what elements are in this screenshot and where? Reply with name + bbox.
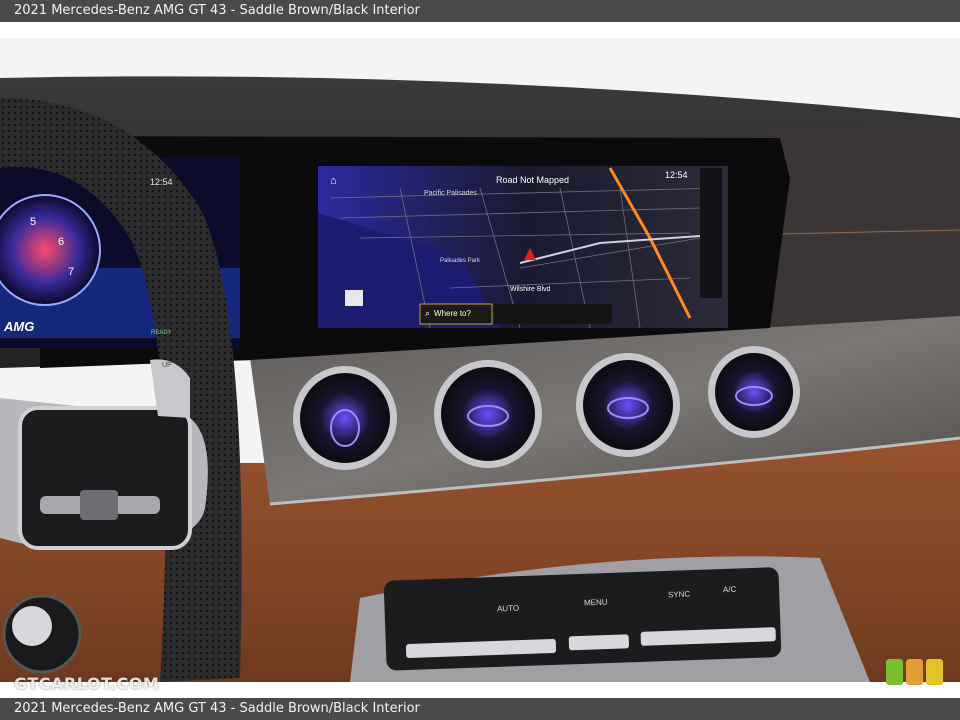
search-icon: ⌕ [425, 307, 431, 318]
rating-badge-orange [906, 659, 923, 685]
home-icon: ⌂ [330, 175, 337, 187]
rating-badge-yellow [926, 659, 943, 685]
where-to-label: Where to? [434, 308, 471, 318]
dashboard-photo [0, 38, 960, 682]
photo-caption-top: 2021 Mercedes-Benz AMG GT 43 - Saddle Br… [0, 0, 960, 22]
nav-time: 12:54 [665, 170, 688, 180]
paddle-shifter-label: UP [162, 362, 172, 369]
climate-sync-label: SYNC [667, 589, 691, 600]
site-watermark: GTCARLOT.COM [14, 674, 160, 693]
rating-badge-green [886, 659, 903, 685]
ready-indicator: READY [151, 330, 172, 336]
where-to-search-button[interactable]: ⌕ Where to? [421, 304, 491, 322]
map-label-palisades-park: Palisades Park [440, 258, 481, 264]
photo-caption-bottom: 2021 Mercedes-Benz AMG GT 43 - Saddle Br… [0, 698, 960, 720]
gauge-number-5: 5 [30, 216, 37, 228]
map-label-wilshire-blvd: Wilshire Blvd [510, 286, 551, 293]
climate-menu-label: MENU [583, 597, 608, 608]
amg-logo: AMG [4, 319, 35, 334]
cluster-time: 12:54 [150, 177, 173, 187]
climate-ac-label: A/C [722, 584, 737, 595]
gauge-number-7: 7 [68, 266, 75, 278]
gauge-number-6: 6 [58, 236, 65, 248]
map-label-pacific-palisades: Pacific Palisades [424, 190, 477, 197]
climate-auto-label: AUTO [496, 603, 520, 614]
nav-status: Road Not Mapped [496, 175, 570, 185]
